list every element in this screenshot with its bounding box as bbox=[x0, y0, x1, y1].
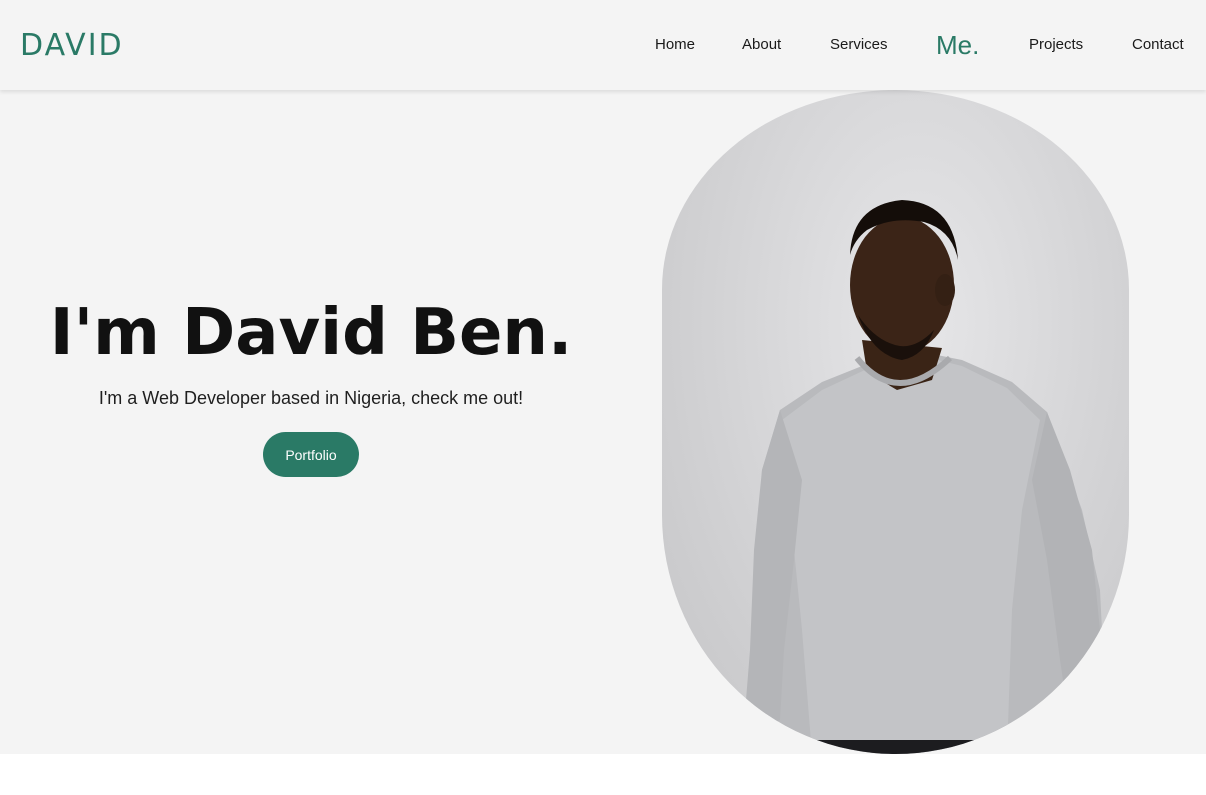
nav-link-contact[interactable]: Contact bbox=[1132, 36, 1184, 53]
hero-section: I'm David Ben. I'm a Web Developer based… bbox=[0, 90, 1206, 754]
brand-logo[interactable]: DAVID bbox=[20, 28, 124, 63]
nav-link-about[interactable]: About bbox=[742, 36, 781, 53]
profile-photo bbox=[662, 90, 1129, 754]
nav-link-home[interactable]: Home bbox=[655, 36, 695, 53]
navbar: DAVID Home About Services Me. Projects C… bbox=[0, 0, 1206, 90]
nav-link-services[interactable]: Services bbox=[830, 36, 888, 53]
nav-link-me[interactable]: Me. bbox=[936, 30, 979, 61]
hero-title: I'm David Ben. bbox=[49, 296, 573, 370]
hero-subtitle: I'm a Web Developer based in Nigeria, ch… bbox=[98, 388, 524, 408]
person-portrait-illustration bbox=[746, 200, 1104, 754]
nav-link-projects[interactable]: Projects bbox=[1029, 36, 1083, 53]
portfolio-button[interactable]: Portfolio bbox=[263, 432, 359, 477]
